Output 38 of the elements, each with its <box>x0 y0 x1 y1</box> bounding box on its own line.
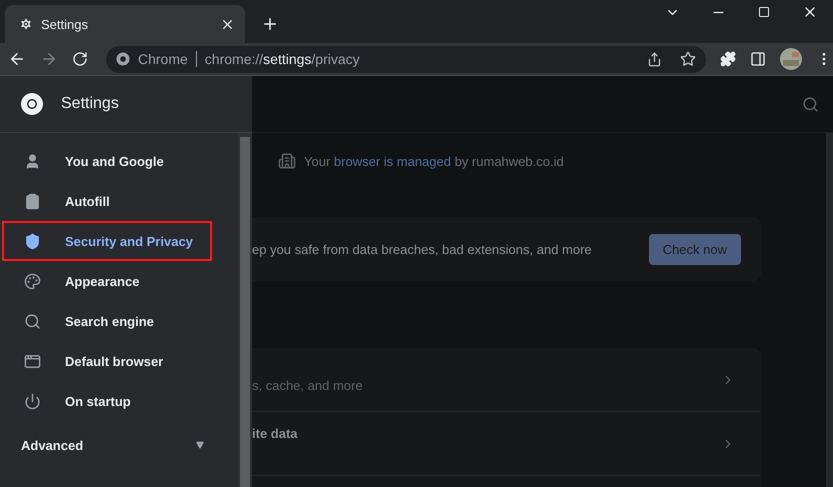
back-icon[interactable] <box>8 50 26 68</box>
nav-item[interactable]: Security and Privacy <box>2 221 212 261</box>
address-bar[interactable]: Chrome chrome://settings/privacy <box>106 46 706 72</box>
nav-item[interactable]: On startup <box>2 381 212 421</box>
safety-check-text: ep you safe from data breaches, bad extensions, and more <box>252 242 592 256</box>
url-text: chrome://settings/privacy <box>204 51 361 67</box>
nav-item[interactable]: Autofill <box>2 181 212 221</box>
side-panel-icon[interactable] <box>750 51 766 67</box>
person-icon <box>24 152 41 170</box>
caret-icon <box>196 441 204 449</box>
search-icon <box>24 312 41 330</box>
nav-item[interactable]: Search engine <box>2 301 212 341</box>
shield-icon <box>24 232 41 250</box>
gear-icon <box>19 17 33 31</box>
search-icon[interactable] <box>802 96 819 112</box>
browser-tab[interactable]: Settings <box>5 5 245 43</box>
row-text[interactable]: ite data <box>252 426 298 441</box>
nav-item[interactable]: Default browser <box>2 341 212 381</box>
origin-label: Chrome <box>138 51 197 67</box>
tab-title: Settings <box>41 16 89 32</box>
drawer-title: Settings <box>61 95 119 113</box>
star-icon[interactable] <box>680 51 696 67</box>
browser-window-icon <box>24 352 41 370</box>
new-tab-icon[interactable] <box>261 15 279 33</box>
managed-link[interactable]: browser is managed <box>334 154 451 168</box>
palette-icon <box>24 272 41 290</box>
managed-notice: Your browser is managed by rumahweb.co.id <box>304 154 564 168</box>
building-icon <box>278 152 296 170</box>
puzzle-icon[interactable] <box>720 51 736 67</box>
share-icon[interactable] <box>647 52 662 66</box>
avatar-icon[interactable] <box>780 48 802 70</box>
reload-icon[interactable] <box>72 51 88 67</box>
nav-item[interactable]: Appearance <box>2 261 212 301</box>
power-icon <box>24 392 41 410</box>
advanced-toggle[interactable]: Advanced <box>0 421 238 469</box>
scrollbar[interactable] <box>238 133 252 487</box>
nav-item[interactable]: You and Google <box>2 141 212 181</box>
forward-icon[interactable] <box>40 50 58 68</box>
